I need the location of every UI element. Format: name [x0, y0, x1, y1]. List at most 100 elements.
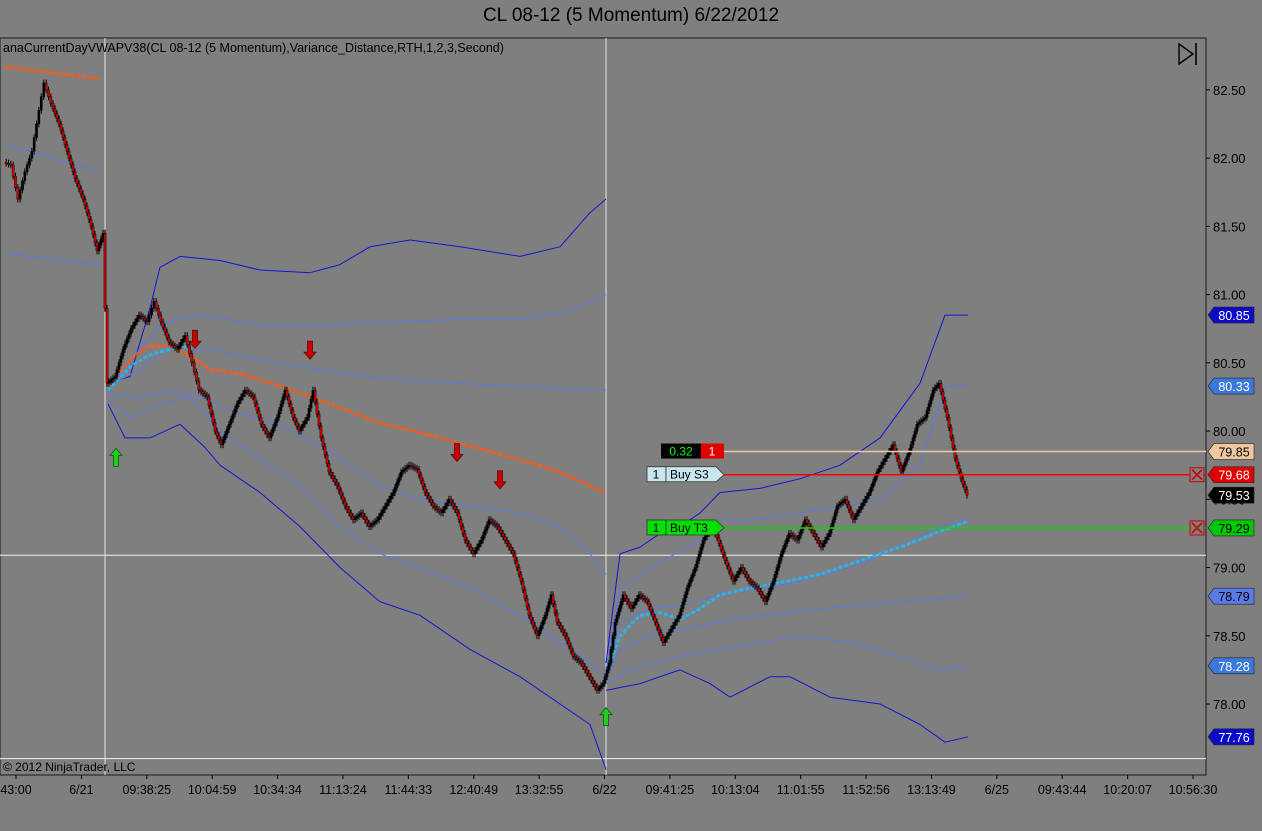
bar-down	[51, 103, 55, 109]
down-arrow-icon	[493, 470, 507, 490]
order-qty: 1	[653, 468, 660, 482]
bar-down	[647, 601, 651, 607]
bar-down	[727, 565, 731, 572]
bar-down	[753, 584, 757, 587]
price-chart[interactable]: 0.32 11 Buy S31 Buy T3 82.5082.0081.5081.00…	[0, 0, 1262, 831]
vwap-prev-line	[4, 65, 101, 81]
bar-down	[417, 469, 421, 476]
bar-up	[609, 649, 613, 664]
bar-down	[719, 543, 723, 550]
bar-up	[299, 427, 303, 432]
bar-up	[441, 509, 445, 514]
bar-down	[427, 495, 431, 500]
bar-up	[181, 338, 185, 343]
bar-up	[237, 400, 241, 404]
bar-up	[279, 403, 283, 411]
bar-down	[255, 403, 259, 411]
bar-up	[377, 516, 381, 520]
bar-down	[649, 606, 653, 613]
axes: 82.5082.0081.5081.0080.5080.0079.5079.00…	[0, 83, 1255, 797]
bar-down	[171, 343, 175, 346]
bar-up	[117, 362, 121, 370]
skip-to-end-icon[interactable]	[1178, 42, 1197, 66]
bar-up	[545, 608, 549, 616]
bar-down	[527, 606, 531, 616]
bar-down	[953, 447, 957, 459]
bar-down	[333, 478, 337, 483]
bar-down	[723, 554, 727, 561]
bar-up	[147, 314, 151, 323]
bar-up	[273, 422, 277, 428]
bar-down	[349, 512, 353, 517]
bar-up	[925, 410, 929, 418]
bar-down	[811, 529, 815, 534]
bar-up	[861, 502, 865, 507]
bar-up	[355, 516, 359, 519]
bar-down	[845, 499, 849, 505]
bar-up	[369, 524, 373, 527]
chart-labels: anaCurrentDayVWAPV38(CL 08-12 (5 Momentu…	[3, 41, 1197, 774]
bar-down	[749, 580, 753, 584]
bar-down	[323, 446, 327, 456]
bar-down	[145, 319, 149, 323]
bar-up	[225, 429, 229, 435]
bar-up	[115, 369, 119, 377]
bar-down	[361, 512, 365, 517]
bar-up	[773, 574, 777, 582]
bar-up	[901, 466, 905, 473]
bar-down	[14, 176, 17, 188]
bar-down	[143, 318, 147, 321]
bar-up	[473, 550, 477, 555]
band-day1-outer	[107, 403, 607, 770]
bar-down	[435, 507, 439, 510]
bar-up	[677, 615, 681, 619]
bar-down	[139, 314, 143, 317]
bar-down	[505, 540, 509, 544]
bar-up	[667, 632, 671, 636]
bar-down	[163, 326, 167, 333]
price-marker-label: 79.68	[1218, 469, 1249, 483]
plot-frame	[0, 37, 1207, 776]
bar-up	[18, 189, 22, 200]
bar-up	[373, 521, 377, 524]
bar-down	[363, 516, 367, 520]
bar-down	[897, 458, 901, 466]
price-marker-label: 79.85	[1218, 446, 1249, 460]
bar-down	[199, 389, 203, 393]
bar-down	[725, 560, 729, 567]
bar-down	[79, 188, 83, 195]
bar-up	[691, 572, 695, 578]
bar-up	[857, 509, 861, 514]
bar-down	[73, 171, 77, 179]
bar-down	[941, 391, 945, 401]
x-tick-label: 6/25	[985, 783, 1009, 797]
bar-down	[575, 657, 579, 660]
bar-up	[903, 461, 907, 468]
price-marker-label: 78.28	[1218, 660, 1249, 674]
x-tick-label: 13:13:49	[907, 783, 956, 797]
bar-up	[675, 618, 679, 623]
vwap-bands	[4, 65, 969, 770]
bar-down	[165, 331, 169, 338]
band-day2-outer	[605, 669, 969, 743]
bar-up	[99, 238, 103, 246]
bar-up	[911, 437, 915, 445]
bar-up	[827, 533, 831, 538]
bar-up	[221, 439, 225, 445]
bar-up	[769, 586, 773, 592]
skip-triangle[interactable]	[1178, 42, 1195, 66]
bar-up	[391, 492, 395, 497]
bar-up	[481, 534, 485, 541]
bar-down	[365, 519, 369, 524]
bar-down	[591, 679, 595, 684]
bar-up	[301, 424, 305, 428]
bar-up	[445, 502, 449, 507]
bar-up	[37, 110, 41, 125]
bar-down	[467, 543, 471, 548]
bar-down	[513, 553, 517, 561]
bar-up	[353, 517, 357, 520]
bar-down	[263, 427, 267, 432]
indicator-label: anaCurrentDayVWAPV38(CL 08-12 (5 Momentu…	[3, 41, 504, 55]
bar-down	[573, 656, 577, 659]
bar-down	[531, 620, 535, 626]
